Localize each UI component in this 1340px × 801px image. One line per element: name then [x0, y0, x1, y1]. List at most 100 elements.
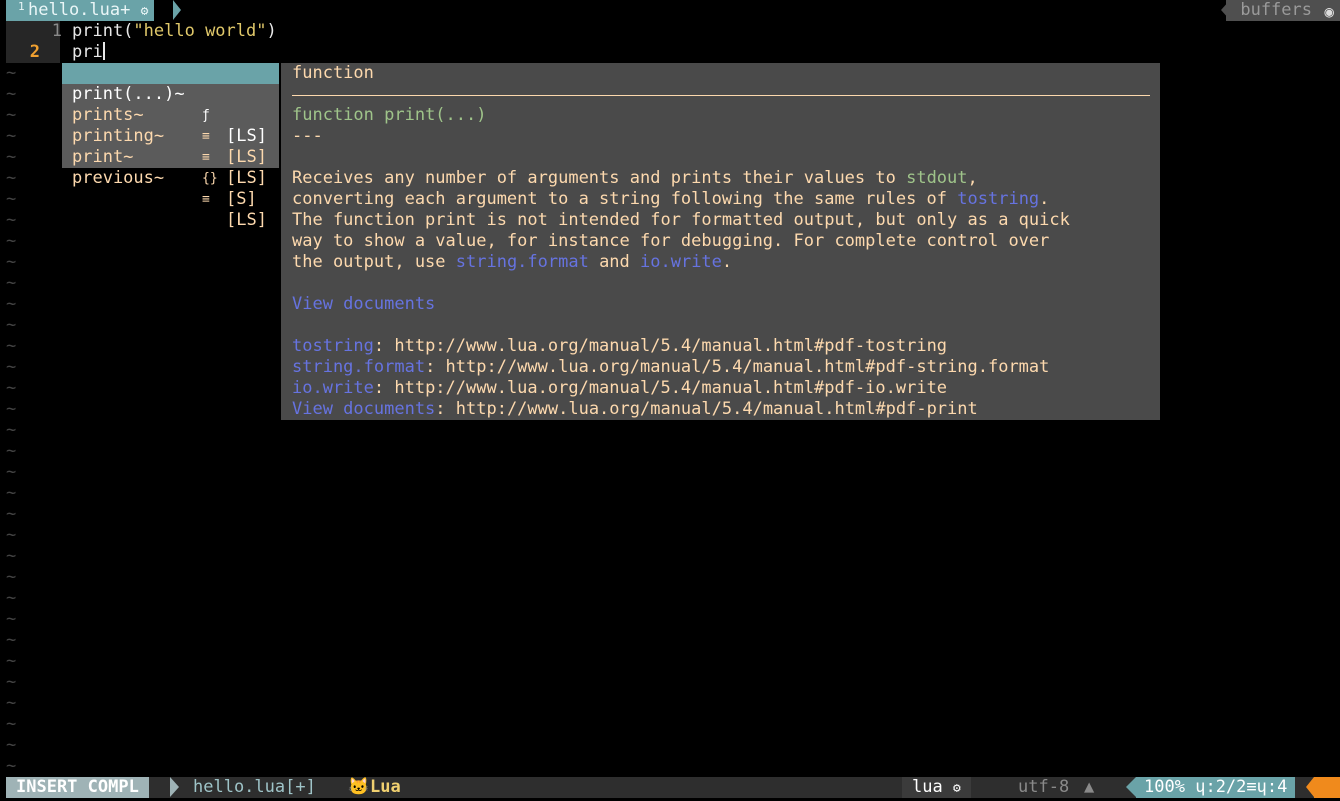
- tilde-marker: ~: [6, 588, 17, 608]
- linux-icon: ▲: [1084, 777, 1095, 797]
- tilde-marker: ~: [6, 462, 17, 482]
- tilde-marker: ~: [6, 273, 17, 293]
- code-ref: stdout: [906, 168, 968, 188]
- code-token: ): [266, 21, 277, 41]
- status-percent: 100%: [1144, 777, 1185, 797]
- documentation-popup[interactable]: function function print(...) --- Receive…: [281, 63, 1160, 420]
- completion-source: [S]: [226, 189, 257, 209]
- tilde-marker: ~: [6, 567, 17, 587]
- buffers-indicator[interactable]: buffers: [1226, 0, 1340, 21]
- completion-source: [LS]: [226, 210, 267, 230]
- string-literal: "hello world": [133, 21, 267, 41]
- tilde-marker: ~: [6, 399, 17, 419]
- completion-item[interactable]: print(...)~ ƒ [LS]: [62, 63, 279, 146]
- current-line-number: 2: [29, 42, 40, 62]
- code-token: pri: [72, 42, 103, 62]
- tilde-marker: ~: [6, 315, 17, 335]
- tab-hello-lua[interactable]: 1 hello.lua+ ⚙: [6, 0, 155, 21]
- doc-link[interactable]: string.format: [456, 252, 589, 272]
- keyword: function: [292, 105, 374, 125]
- tilde-marker: ~: [6, 105, 17, 125]
- snippet-icon: {}: [202, 171, 218, 186]
- tab-number: 1: [18, 0, 25, 13]
- tab-label: hello.lua+: [28, 0, 141, 20]
- doc-divider: [292, 95, 1150, 96]
- status-encoding: utf-8: [1018, 777, 1070, 797]
- status-filename: hello.lua[+]: [193, 777, 316, 797]
- tab-separator: [173, 0, 181, 20]
- tilde-marker: ~: [6, 504, 17, 524]
- tilde-marker: ~: [6, 693, 17, 713]
- completion-source: [LS]: [226, 168, 267, 188]
- tilde-marker: ~: [6, 609, 17, 629]
- tilde-marker: ~: [6, 714, 17, 734]
- tilde-marker: ~: [6, 525, 17, 545]
- line-icon: ɥ: [1195, 777, 1206, 797]
- tilde-marker: ~: [6, 483, 17, 503]
- position-separator: [1126, 777, 1136, 797]
- code-token: print(: [72, 21, 134, 41]
- tilde-marker: ~: [6, 84, 17, 104]
- tilde-marker: ~: [6, 672, 17, 692]
- completion-item[interactable]: previous~ ≡ [LS]: [62, 147, 279, 230]
- doc-paragraph-line: The function print is not intended for f…: [292, 210, 1070, 230]
- doc-paragraph-line: the output, use string.format and io.wri…: [292, 252, 733, 272]
- tilde-marker: ~: [6, 756, 17, 776]
- doc-link[interactable]: io.write: [640, 252, 722, 272]
- line-number: 1: [51, 21, 62, 41]
- tilde-marker: ~: [6, 63, 17, 83]
- code-line-2[interactable]: pri: [72, 42, 105, 63]
- eye-icon: ◉: [1324, 2, 1334, 21]
- status-line: :2/2: [1205, 777, 1247, 797]
- doc-link[interactable]: tostring: [957, 189, 1039, 209]
- tilde-marker: ~: [6, 357, 17, 377]
- doc-reference[interactable]: string.format: http://www.lua.org/manual…: [292, 357, 1049, 378]
- tilde-marker: ~: [6, 735, 17, 755]
- tilde-marker: ~: [6, 651, 17, 671]
- tilde-marker: ~: [6, 231, 17, 251]
- tilde-marker: ~: [6, 168, 17, 188]
- tilde-marker: ~: [6, 126, 17, 146]
- filetype-box: lua ⚙: [902, 777, 971, 798]
- text-icon: ≡: [202, 192, 210, 207]
- doc-separator: ---: [292, 126, 323, 146]
- view-documents-link[interactable]: View documents: [292, 294, 435, 315]
- completion-menu[interactable]: print(...)~ ƒ [LS] prints~ ≡ [LS] printi…: [62, 63, 279, 230]
- doc-reference[interactable]: View documents: http://www.lua.org/manua…: [292, 399, 978, 420]
- tilde-marker: ~: [6, 294, 17, 314]
- status-language: Lua: [370, 777, 401, 797]
- tilde-marker: ~: [6, 210, 17, 230]
- lines-icon: ≡: [1246, 777, 1257, 797]
- doc-reference[interactable]: tostring: http://www.lua.org/manual/5.4/…: [292, 336, 947, 357]
- tilde-marker: ~: [6, 189, 17, 209]
- completion-item[interactable]: print~ {} [S]: [62, 126, 279, 209]
- statusline: INSERT COMPL hello.lua[+] 🐱 Lua lua ⚙ ut…: [6, 777, 1340, 798]
- warning-indicator: [1314, 777, 1340, 798]
- completion-item[interactable]: printing~ ≡ [LS]: [62, 105, 279, 188]
- doc-signature: function print(...): [292, 105, 486, 126]
- tilde-marker: ~: [6, 147, 17, 167]
- bug-icon: ⚙: [952, 781, 961, 796]
- doc-header: function: [292, 63, 374, 83]
- completion-item[interactable]: prints~ ≡ [LS]: [62, 84, 279, 167]
- mode-separator: [170, 777, 179, 797]
- column-icon: ɥ: [1256, 777, 1267, 797]
- doc-paragraph-line: converting each argument to a string fol…: [292, 189, 1050, 209]
- cursor-position: 100% ɥ:2/2≡ɥ:4: [1136, 777, 1296, 798]
- doc-reference[interactable]: io.write: http://www.lua.org/manual/5.4/…: [292, 378, 947, 399]
- bug-icon: ⚙: [140, 4, 149, 19]
- tilde-marker: ~: [6, 336, 17, 356]
- status-filetype: lua: [912, 777, 943, 797]
- warning-separator: [1306, 777, 1314, 797]
- doc-paragraph-line: Receives any number of arguments and pri…: [292, 168, 978, 188]
- status-column: :4: [1266, 777, 1288, 797]
- tilde-marker: ~: [6, 252, 17, 272]
- tilde-marker: ~: [6, 420, 17, 440]
- mode-indicator: INSERT COMPL: [6, 777, 149, 798]
- cat-icon: 🐱: [348, 777, 370, 797]
- signature-name: print(...): [373, 105, 487, 125]
- tilde-marker: ~: [6, 546, 17, 566]
- doc-paragraph-line: way to show a value, for instance for de…: [292, 231, 1050, 251]
- text-cursor: [102, 42, 105, 60]
- code-line-1[interactable]: print("hello world"): [72, 21, 277, 42]
